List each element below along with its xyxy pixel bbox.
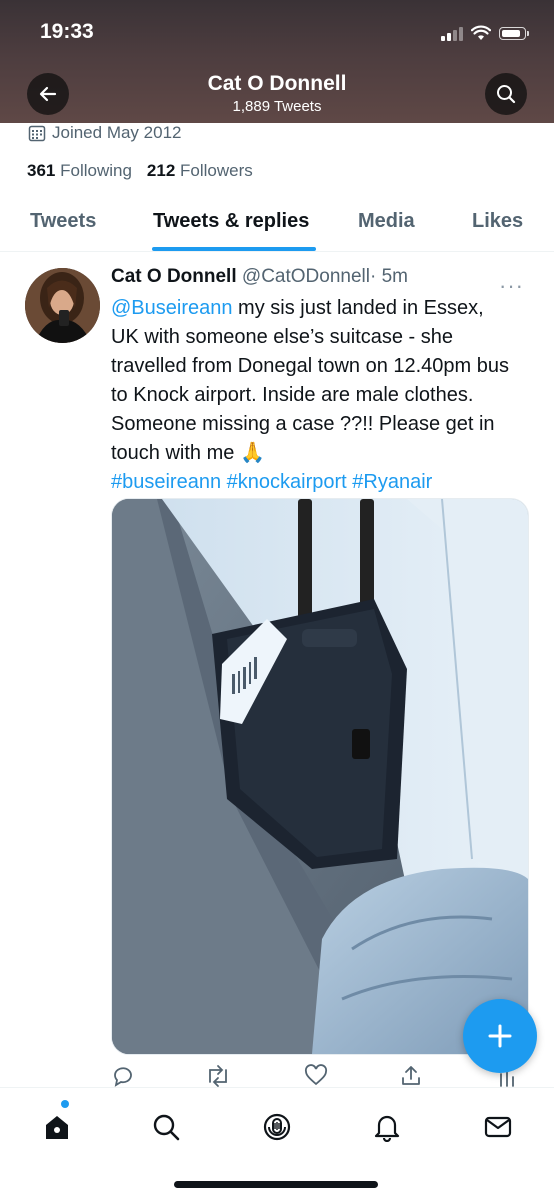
followers-count: 212 — [146, 161, 176, 180]
tab-media[interactable]: Media — [358, 210, 415, 233]
follow-stats: 361 Following 212 Followers — [27, 161, 253, 181]
tweet-author-name[interactable]: Cat O Donnell — [111, 266, 237, 287]
followers-link[interactable]: 212 Followers — [147, 161, 253, 181]
tweet-body-line1: my sis just landed in Essex, — [232, 297, 484, 319]
tweet-body: UK with someone else’s suitcase - she tr… — [111, 326, 510, 464]
envelope-icon — [484, 1116, 512, 1138]
suitcase-photo — [112, 499, 528, 1054]
hashtag-knockairport[interactable]: #knockairport — [227, 471, 347, 493]
tweet-separator: · — [369, 266, 377, 287]
status-icons — [441, 22, 529, 44]
hashtag-ryanair[interactable]: #Ryanair — [352, 471, 432, 493]
joined-text: Joined May 2012 — [52, 123, 182, 142]
share-icon — [402, 1066, 420, 1085]
header-title: Cat O Donnell — [207, 72, 347, 95]
tweet-handle[interactable]: @CatODonnell — [242, 266, 370, 287]
tweet-media-photo[interactable] — [111, 498, 529, 1055]
new-tweets-dot — [61, 1100, 69, 1108]
active-tab-indicator — [152, 247, 316, 251]
reply-icon — [114, 1067, 132, 1087]
cellular-signal-icon — [441, 25, 463, 41]
search-icon — [153, 1114, 180, 1141]
nav-spaces[interactable] — [257, 1107, 297, 1147]
header-tweet-count: 1,889 Tweets — [232, 98, 322, 115]
hashtag-buseireann[interactable]: #buseireann — [111, 471, 221, 493]
following-count: 361 — [27, 161, 56, 180]
compose-tweet-button[interactable] — [463, 999, 537, 1073]
nav-explore[interactable] — [146, 1107, 186, 1147]
tab-tweets[interactable]: Tweets — [30, 210, 96, 233]
nav-messages[interactable] — [478, 1107, 518, 1147]
tweet-time: 5m — [381, 266, 408, 287]
bell-icon — [374, 1115, 400, 1142]
plus-icon — [488, 1024, 512, 1048]
heart-icon — [304, 1064, 328, 1086]
calendar-icon — [28, 125, 46, 142]
status-time: 19:33 — [40, 20, 94, 43]
nav-notifications[interactable] — [367, 1107, 407, 1147]
battery-icon — [499, 26, 529, 40]
followers-label: Followers — [180, 161, 253, 180]
profile-header: 19:33 Cat O Donnell 1,889 Tweets — [0, 0, 554, 123]
tweet-header: Cat O Donnell @CatODonnell· 5m — [111, 266, 408, 288]
search-icon — [497, 85, 516, 104]
following-label: Following — [60, 161, 132, 180]
retweet-icon — [209, 1065, 227, 1087]
spaces-microphone-icon — [263, 1113, 291, 1141]
home-indicator — [174, 1181, 378, 1188]
tweet-text: @Buseireann my sis just landed in Essex,… — [111, 294, 531, 497]
tab-tweets-and-replies[interactable]: Tweets & replies — [153, 210, 309, 233]
joined-date: Joined May 2012 — [28, 123, 181, 143]
nav-home[interactable] — [37, 1107, 77, 1147]
tweet-mention[interactable]: @Buseireann — [111, 297, 232, 319]
home-icon — [46, 1116, 68, 1139]
avatar[interactable] — [25, 268, 100, 343]
following-link[interactable]: 361 Following — [27, 161, 132, 181]
wifi-icon — [471, 25, 491, 40]
profile-tabs: Tweets Tweets & replies Media Likes — [0, 196, 554, 252]
search-button[interactable] — [485, 73, 527, 115]
tab-likes[interactable]: Likes — [472, 210, 523, 233]
